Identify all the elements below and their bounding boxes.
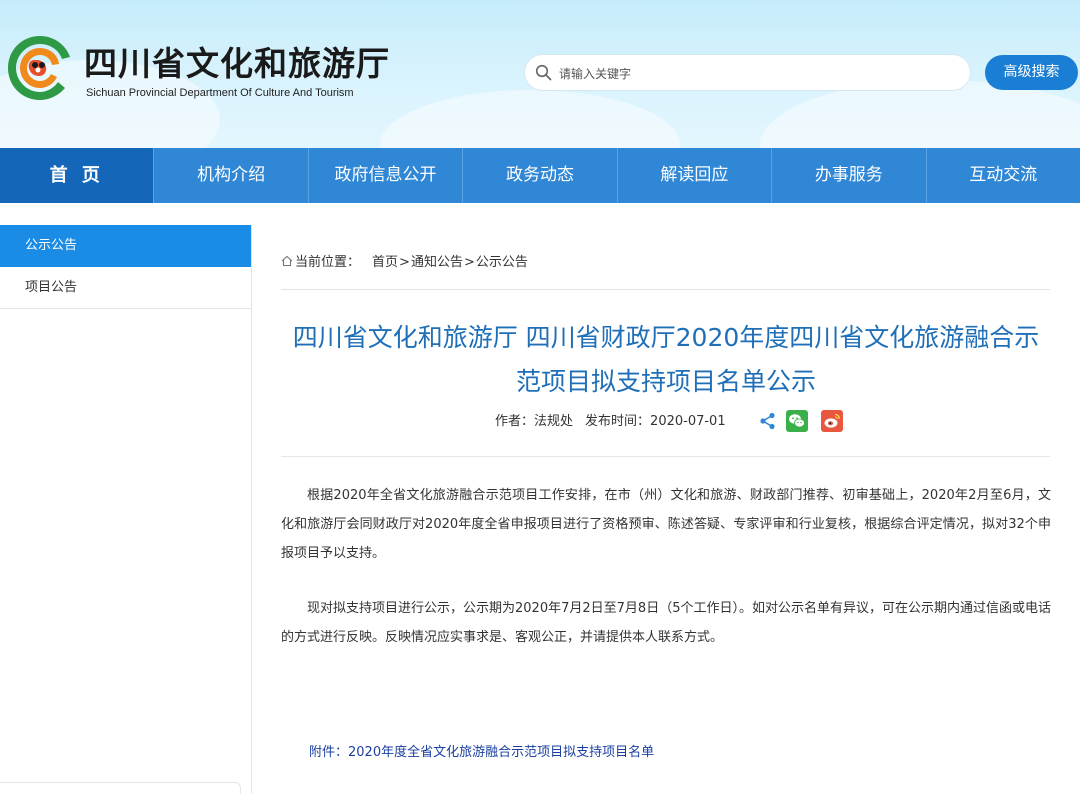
article-meta: 作者：法规处 发布时间：2020-07-01 [495,409,726,435]
breadcrumb-label: 当前位置： [295,255,361,270]
wechat-icon[interactable] [786,410,808,432]
attachment-label: 附件： [309,745,349,760]
home-icon [281,255,293,267]
search-icon [535,64,552,81]
publish-date: 2020-07-01 [650,414,726,429]
nav-item-services[interactable]: 办事服务 [772,148,927,203]
date-label: 发布时间： [585,414,651,429]
article-paragraph: 根据2020年全省文化旅游融合示范项目工作安排，在市（州）文化和旅游、财政部门推… [281,488,1051,561]
breadcrumb-notices[interactable]: 通知公告 [411,255,463,270]
share-icon[interactable] [757,410,779,432]
search-input[interactable] [557,55,961,92]
author-label: 作者： [495,414,535,429]
site-subtitle: Sichuan Provincial Department Of Culture… [86,87,354,99]
sidebar: 公示公告 项目公告 [0,225,252,794]
header-cloud [380,90,680,148]
attachment: 附件：2020年度全省文化旅游融合示范项目拟支持项目名单 [309,740,654,766]
main-nav: 首 页 机构介绍 政府信息公开 政务动态 解读回应 办事服务 互动交流 [0,148,1080,203]
nav-item-interpretation[interactable]: 解读回应 [618,148,773,203]
author-value: 法规处 [534,414,574,429]
breadcrumb-separator: > [399,255,410,270]
nav-item-interaction[interactable]: 互动交流 [927,148,1080,203]
breadcrumb-home[interactable]: 首页 [372,255,398,270]
sidebar-item-public-notice[interactable]: 公示公告 [0,225,251,267]
article-paragraph: 现对拟支持项目进行公示，公示期为2020年7月2日至7月8日（5个工作日）。如对… [281,601,1051,645]
breadcrumb: 当前位置： 首页>通知公告>公示公告 [281,253,528,273]
nav-item-home[interactable]: 首 页 [0,148,155,203]
search-box[interactable] [525,55,970,92]
panda-logo-icon[interactable] [4,32,76,104]
meta-divider [281,456,1050,457]
article-title: 四川省文化和旅游厅 四川省财政厅2020年度四川省文化旅游融合示范项目拟支持项目… [292,323,1040,396]
advanced-search-button[interactable]: 高级搜索 [985,55,1078,90]
content-divider [281,289,1050,290]
site-header: 四川省文化和旅游厅 Sichuan Provincial Department … [0,0,1080,148]
sidebar-item-project-notice[interactable]: 项目公告 [0,267,251,309]
nav-item-news[interactable]: 政务动态 [463,148,618,203]
sidebar-bottom-edge [0,782,241,794]
weibo-icon[interactable] [821,410,843,432]
nav-item-about[interactable]: 机构介绍 [154,148,309,203]
breadcrumb-separator: > [463,255,475,270]
attachment-link[interactable]: 2020年度全省文化旅游融合示范项目拟支持项目名单 [348,745,654,760]
nav-item-gov-info[interactable]: 政府信息公开 [309,148,464,203]
breadcrumb-public-notice[interactable]: 公示公告 [476,255,528,270]
site-title: 四川省文化和旅游厅 [84,44,390,83]
